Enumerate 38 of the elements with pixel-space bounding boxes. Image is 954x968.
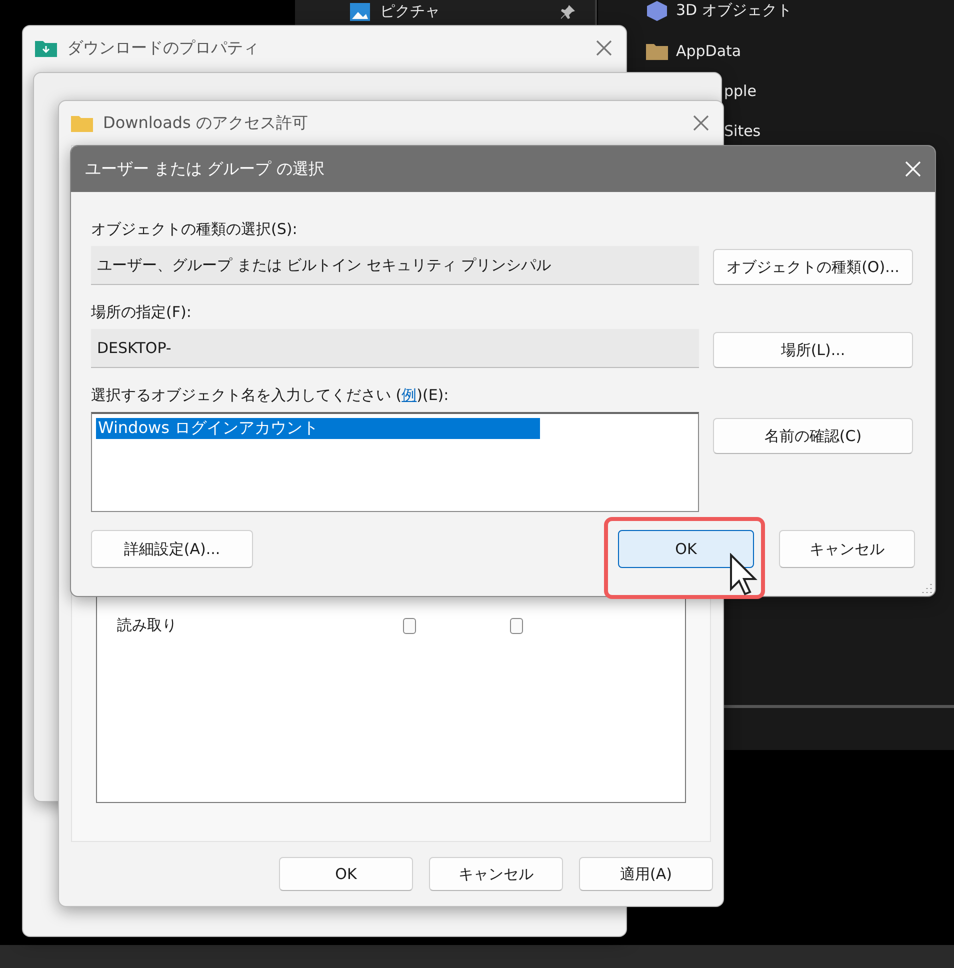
field-label: オブジェクトの種類の選択(S):	[91, 220, 298, 239]
close-icon[interactable]	[903, 159, 923, 179]
dialog-button[interactable]: キャンセル	[429, 857, 563, 891]
ok-button[interactable]: OK	[618, 530, 754, 568]
window-title: ユーザー または グループ の選択	[85, 158, 326, 180]
download-folder-icon	[35, 39, 57, 57]
folder-icon	[646, 42, 668, 60]
field-label: 選択するオブジェクト名を入力してください (	[91, 386, 402, 404]
cancel-button[interactable]: キャンセル	[779, 530, 915, 568]
field-label: 場所の指定(F):	[91, 303, 192, 322]
close-icon[interactable]	[691, 113, 711, 133]
object-type-field: ユーザー、グループ または ビルトイン セキュリティ プリンシパル	[91, 246, 699, 285]
nav-item[interactable]: ピクチャ	[350, 2, 440, 21]
dialog-button[interactable]: 適用(A)	[579, 857, 713, 891]
file-item[interactable]: AppData	[676, 42, 742, 60]
check-names-button[interactable]: 名前の確認(C)	[713, 418, 913, 454]
pin-icon[interactable]	[560, 4, 576, 20]
window-title: ダウンロードのプロパティ	[67, 38, 260, 58]
file-item[interactable]: pple	[724, 82, 756, 100]
cube-icon	[646, 0, 668, 22]
location-button[interactable]: 場所(L)...	[713, 332, 913, 368]
permission-name: 読み取り	[117, 616, 178, 635]
file-item[interactable]: 3D オブジェクト	[676, 1, 792, 20]
advanced-button[interactable]: 詳細設定(A)...	[91, 530, 253, 568]
object-type-button[interactable]: オブジェクトの種類(O)...	[713, 249, 913, 285]
location-field: DESKTOP-	[91, 329, 699, 368]
field-label: )(E):	[416, 386, 449, 404]
example-link[interactable]: 例	[402, 386, 417, 404]
deny-checkbox[interactable]	[510, 618, 523, 634]
window-title: Downloads のアクセス許可	[103, 112, 309, 134]
close-icon[interactable]	[594, 38, 614, 58]
resize-grip-icon[interactable]	[922, 583, 932, 593]
object-name-field[interactable]: Windows ログインアカウント	[91, 412, 699, 512]
picture-icon	[350, 2, 370, 20]
dialog-button[interactable]: OK	[279, 857, 413, 891]
allow-checkbox[interactable]	[403, 618, 416, 634]
folder-icon	[71, 114, 93, 132]
file-item[interactable]: Sites	[724, 122, 761, 140]
